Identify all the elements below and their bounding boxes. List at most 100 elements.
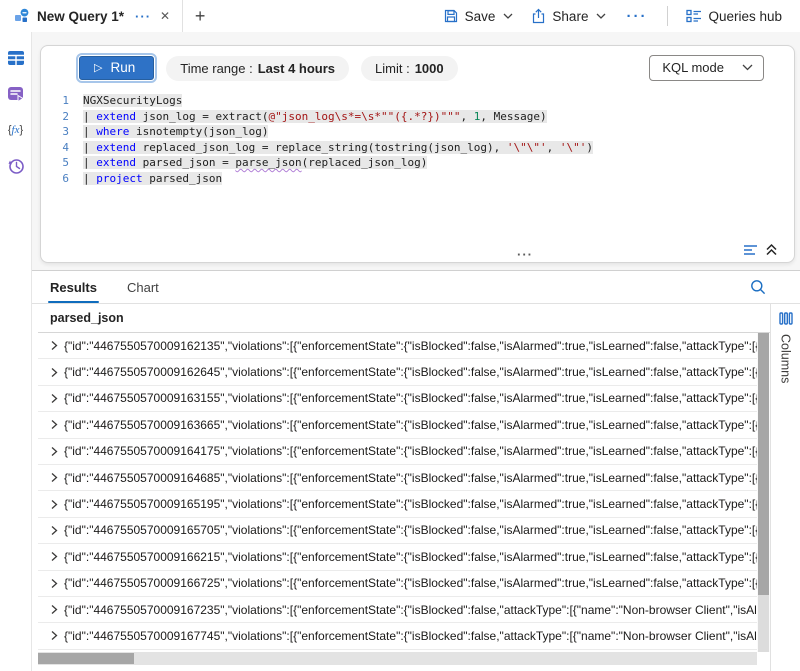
horizontal-scrollbar [38, 652, 757, 665]
results-panel: Results Chart parsed_json {"id":"4467550… [32, 270, 800, 671]
collapse-editor-button[interactable] [743, 243, 778, 256]
share-chevron-down-icon[interactable] [596, 13, 606, 19]
mode-chevron-down-icon [742, 64, 753, 71]
time-range-picker[interactable]: Time range : Last 4 hours [166, 56, 349, 81]
code-line: 3 | where isnotempty(json_log) [41, 124, 794, 140]
line-number: 2 [41, 109, 69, 125]
vertical-scrollbar-thumb[interactable] [758, 333, 769, 595]
vertical-scrollbar-track[interactable] [758, 595, 769, 652]
code-text: | project parsed_json [83, 172, 222, 185]
horizontal-scrollbar-thumb[interactable] [38, 653, 134, 664]
tab-more-icon[interactable]: ··· [135, 9, 151, 24]
tab-chart[interactable]: Chart [125, 273, 161, 302]
query-tab[interactable]: New Query 1* ··· ✕ [0, 0, 183, 32]
table-row[interactable]: {"id":"4467550570009166725","violations"… [38, 571, 757, 597]
table-row[interactable]: {"id":"4467550570009165705","violations"… [38, 518, 757, 544]
expand-row-icon[interactable] [38, 578, 64, 589]
line-number: 5 [41, 155, 69, 171]
row-json-cell: {"id":"4467550570009164685","violations"… [64, 471, 757, 485]
save-chevron-down-icon[interactable] [503, 13, 513, 19]
line-number: 6 [41, 171, 69, 187]
share-icon [531, 8, 546, 24]
time-range-label: Time range : [180, 61, 253, 76]
row-json-cell: {"id":"4467550570009162135","violations"… [64, 339, 757, 353]
tab-close-icon[interactable]: ✕ [160, 9, 170, 23]
kusto-query-icon [14, 8, 30, 24]
tables-icon[interactable] [6, 48, 26, 68]
vertical-scrollbar [757, 333, 770, 652]
limit-label: Limit : [375, 61, 410, 76]
columns-side-panel-toggle[interactable]: Columns [770, 304, 800, 671]
code-line: 6 | project parsed_json [41, 171, 794, 187]
expand-row-icon[interactable] [38, 525, 64, 536]
expand-row-icon[interactable] [38, 393, 64, 404]
query-toolbar: ▷ Run Time range : Last 4 hours Limit : … [41, 46, 794, 87]
table-row[interactable]: {"id":"4467550570009163665","violations"… [38, 412, 757, 438]
row-json-cell: {"id":"4467550570009163155","violations"… [64, 391, 757, 405]
table-row[interactable]: {"id":"4467550570009162645","violations"… [38, 359, 757, 385]
table-row[interactable]: {"id":"4467550570009164175","violations"… [38, 439, 757, 465]
query-mode-value: KQL mode [662, 60, 724, 75]
queries-hub-button[interactable]: Queries hub [680, 5, 788, 28]
columns-icon [779, 312, 793, 325]
columns-panel-label: Columns [779, 334, 793, 383]
share-button[interactable]: Share [525, 4, 612, 28]
queries-hub-label: Queries hub [708, 9, 782, 24]
panel-resize-handle[interactable]: ··· [517, 250, 533, 260]
code-lines: 1NGXSecurityLogs2 | extend json_log = ext… [41, 93, 794, 186]
run-label: Run [110, 60, 135, 75]
functions-icon[interactable]: {fx} [6, 120, 26, 140]
query-mode-select[interactable]: KQL mode [649, 55, 764, 81]
saved-queries-icon[interactable] [6, 84, 26, 104]
table-row[interactable]: {"id":"4467550570009165195","violations"… [38, 491, 757, 517]
time-range-value: Last 4 hours [258, 61, 335, 76]
row-json-cell: {"id":"4467550570009164175","violations"… [64, 444, 757, 458]
header-divider [667, 6, 668, 26]
expand-row-icon[interactable] [38, 604, 64, 615]
save-label: Save [465, 9, 496, 24]
more-actions-button[interactable]: ··· [618, 8, 655, 25]
column-header-parsed-json[interactable]: parsed_json [38, 304, 770, 333]
table-row[interactable]: {"id":"4467550570009166215","violations"… [38, 544, 757, 570]
table-row[interactable]: {"id":"4467550570009167235","violations"… [38, 597, 757, 623]
row-json-cell: {"id":"4467550570009165195","violations"… [64, 497, 757, 511]
code-line: 4| extend replaced_json_log = replace_st… [41, 140, 794, 156]
new-tab-button[interactable]: + [183, 0, 217, 32]
table-row[interactable]: {"id":"4467550570009163155","violations"… [38, 386, 757, 412]
search-results-icon[interactable] [750, 279, 766, 295]
expand-row-icon[interactable] [38, 419, 64, 430]
code-text: | where isnotempty(json_log) [83, 125, 268, 138]
table-row[interactable]: {"id":"4467550570009162135","violations"… [38, 333, 757, 359]
save-button[interactable]: Save [437, 4, 520, 28]
run-button[interactable]: ▷ Run [79, 56, 154, 80]
limit-picker[interactable]: Limit : 1000 [361, 56, 458, 81]
code-text: | extend json_log = extract(@"json_log\s… [83, 110, 547, 123]
tab-title: New Query 1* [37, 9, 124, 24]
expand-row-icon[interactable] [38, 446, 64, 457]
line-number: 4 [41, 140, 69, 156]
queries-hub-icon [686, 9, 702, 23]
table-row[interactable]: {"id":"4467550570009164685","violations"… [38, 465, 757, 491]
expand-row-icon[interactable] [38, 630, 64, 641]
expand-row-icon[interactable] [38, 551, 64, 562]
expand-row-icon[interactable] [38, 340, 64, 351]
table-row[interactable]: {"id":"4467550570009167745","violations"… [38, 623, 757, 649]
results-body: {"id":"4467550570009162135","violations"… [38, 333, 757, 652]
query-history-icon[interactable] [6, 156, 26, 176]
query-list-icon [743, 244, 759, 256]
tab-results[interactable]: Results [48, 273, 99, 302]
kql-editor[interactable]: 1NGXSecurityLogs2 | extend json_log = ext… [41, 93, 794, 186]
expand-row-icon[interactable] [38, 472, 64, 483]
expand-row-icon[interactable] [38, 499, 64, 510]
row-json-cell: {"id":"4467550570009166725","violations"… [64, 576, 757, 590]
row-json-cell: {"id":"4467550570009163665","violations"… [64, 418, 757, 432]
save-icon [443, 8, 459, 24]
code-line: 1NGXSecurityLogs [41, 93, 794, 109]
expand-row-icon[interactable] [38, 367, 64, 378]
line-number: 1 [41, 93, 69, 109]
run-play-icon: ▷ [94, 61, 102, 74]
share-label: Share [552, 9, 588, 24]
row-json-cell: {"id":"4467550570009166215","violations"… [64, 550, 757, 564]
line-number: 3 [41, 124, 69, 140]
workbench: {fx} ▷ Run Time range : Last 4 hours Lim… [0, 32, 800, 671]
